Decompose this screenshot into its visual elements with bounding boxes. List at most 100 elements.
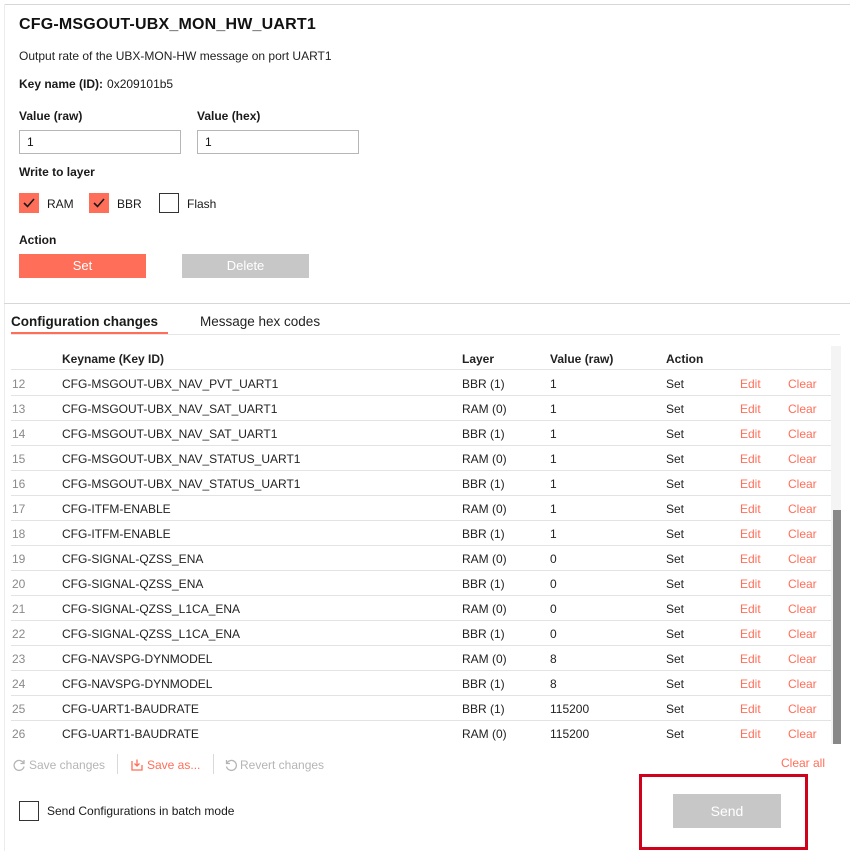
key-name-label: Key name (ID): bbox=[19, 77, 104, 91]
write-to-layer-label: Write to layer bbox=[19, 165, 95, 179]
ram-checkbox[interactable] bbox=[19, 193, 39, 213]
table-row: 22 CFG-SIGNAL-QZSS_L1CA_ENA BBR (1) 0 Set Edi… bbox=[11, 621, 831, 646]
changes-table: Keyname (Key ID) Layer Value (raw) Actio… bbox=[11, 346, 842, 744]
row-layer: BBR (1) bbox=[462, 577, 505, 591]
row-keyname: CFG-NAVSPG-DYNMODEL bbox=[62, 652, 213, 666]
row-layer: BBR (1) bbox=[462, 527, 505, 541]
delete-button[interactable]: Delete bbox=[182, 254, 309, 278]
value-hex-input[interactable] bbox=[197, 130, 359, 154]
row-clear-link[interactable]: Clear bbox=[788, 502, 817, 516]
row-edit-link[interactable]: Edit bbox=[740, 427, 761, 441]
save-as-icon bbox=[131, 759, 143, 771]
row-clear-link[interactable]: Clear bbox=[788, 602, 817, 616]
row-action: Set bbox=[666, 477, 685, 491]
refresh-icon bbox=[13, 759, 25, 772]
row-edit-link[interactable]: Edit bbox=[740, 502, 761, 516]
row-value: 115200 bbox=[550, 702, 590, 716]
top-divider bbox=[4, 4, 850, 5]
save-as-button[interactable]: Save as... bbox=[130, 758, 200, 772]
revert-changes-button[interactable]: Revert changes bbox=[224, 758, 324, 772]
ram-label: RAM bbox=[47, 197, 74, 211]
row-clear-link[interactable]: Clear bbox=[788, 677, 817, 691]
save-as-label: Save as... bbox=[147, 758, 201, 772]
row-index: 26 bbox=[12, 727, 26, 741]
row-keyname: CFG-SIGNAL-QZSS_L1CA_ENA bbox=[62, 602, 241, 616]
table-row: 17 CFG-ITFM-ENABLE RAM (0) 1 Set Edit Clear bbox=[11, 496, 831, 521]
row-action: Set bbox=[666, 552, 685, 566]
row-edit-link[interactable]: Edit bbox=[740, 402, 761, 416]
row-edit-link[interactable]: Edit bbox=[740, 477, 761, 491]
row-value: 0 bbox=[550, 552, 557, 566]
table-row: 13 CFG-MSGOUT-UBX_NAV_SAT_UART1 RAM (0) 1 Se… bbox=[11, 396, 831, 421]
row-edit-link[interactable]: Edit bbox=[740, 602, 761, 616]
clear-all-button[interactable]: Clear all bbox=[781, 756, 825, 770]
row-index: 23 bbox=[12, 652, 26, 666]
row-edit-link[interactable]: Edit bbox=[740, 727, 761, 741]
flash-checkbox[interactable] bbox=[159, 193, 179, 213]
row-edit-link[interactable]: Edit bbox=[740, 452, 761, 466]
value-raw-input[interactable] bbox=[19, 130, 181, 154]
row-edit-link[interactable]: Edit bbox=[740, 527, 761, 541]
row-clear-link[interactable]: Clear bbox=[788, 552, 817, 566]
row-keyname: CFG-ITFM-ENABLE bbox=[62, 527, 171, 541]
toolbar-separator bbox=[117, 754, 118, 774]
bbr-checkbox[interactable] bbox=[89, 193, 109, 213]
row-keyname: CFG-SIGNAL-QZSS_L1CA_ENA bbox=[62, 627, 241, 641]
table-row: 26 CFG-UART1-BAUDRATE RAM (0) 115200 Set Edit… bbox=[11, 721, 831, 744]
row-edit-link[interactable]: Edit bbox=[740, 552, 761, 566]
row-action: Set bbox=[666, 452, 685, 466]
batch-mode-checkbox[interactable] bbox=[19, 801, 39, 821]
row-clear-link[interactable]: Clear bbox=[788, 427, 817, 441]
row-value: 1 bbox=[550, 452, 557, 466]
table-row: 16 CFG-MSGOUT-UBX_NAV_STATUS_UART1 BBR (1)… bbox=[11, 471, 831, 496]
row-clear-link[interactable]: Clear bbox=[788, 727, 817, 741]
row-value: 1 bbox=[550, 377, 557, 391]
table-row: 24 CFG-NAVSPG-DYNMODEL BBR (1) 8 Set Edit Clea… bbox=[11, 671, 831, 696]
row-action: Set bbox=[666, 652, 685, 666]
row-edit-link[interactable]: Edit bbox=[740, 577, 761, 591]
row-action: Set bbox=[666, 627, 685, 641]
row-clear-link[interactable]: Clear bbox=[788, 527, 817, 541]
row-action: Set bbox=[666, 377, 685, 391]
row-edit-link[interactable]: Edit bbox=[740, 627, 761, 641]
row-index: 15 bbox=[12, 452, 26, 466]
section-divider bbox=[4, 303, 850, 304]
row-index: 18 bbox=[12, 527, 26, 541]
row-action: Set bbox=[666, 727, 685, 741]
send-button[interactable]: Send bbox=[673, 794, 781, 828]
row-edit-link[interactable]: Edit bbox=[740, 702, 761, 716]
row-clear-link[interactable]: Clear bbox=[788, 652, 817, 666]
row-value: 115200 bbox=[550, 727, 590, 741]
left-border bbox=[4, 4, 5, 851]
row-action: Set bbox=[666, 527, 685, 541]
flash-label: Flash bbox=[187, 197, 217, 211]
bbr-label: BBR bbox=[117, 197, 142, 211]
tab-message-hex-codes[interactable]: Message hex codes bbox=[200, 314, 320, 329]
set-button[interactable]: Set bbox=[19, 254, 146, 278]
row-clear-link[interactable]: Clear bbox=[788, 702, 817, 716]
table-row: 23 CFG-NAVSPG-DYNMODEL RAM (0) 8 Set Edit Clea… bbox=[11, 646, 831, 671]
revert-changes-label: Revert changes bbox=[240, 758, 325, 772]
row-clear-link[interactable]: Clear bbox=[788, 402, 817, 416]
table-row: 12 CFG-MSGOUT-UBX_NAV_PVT_UART1 BBR (1) 1 Se… bbox=[11, 371, 831, 396]
row-clear-link[interactable]: Clear bbox=[788, 577, 817, 591]
row-layer: RAM (0) bbox=[462, 652, 507, 666]
row-clear-link[interactable]: Clear bbox=[788, 452, 817, 466]
row-index: 13 bbox=[12, 402, 26, 416]
row-clear-link[interactable]: Clear bbox=[788, 377, 817, 391]
page-description: Output rate of the UBX-MON-HW message on… bbox=[19, 49, 332, 63]
row-clear-link[interactable]: Clear bbox=[788, 477, 817, 491]
tab-divider bbox=[11, 334, 840, 335]
row-clear-link[interactable]: Clear bbox=[788, 627, 817, 641]
row-edit-link[interactable]: Edit bbox=[740, 652, 761, 666]
tab-configuration-changes[interactable]: Configuration changes bbox=[11, 314, 158, 329]
table-scrollbar-thumb[interactable] bbox=[833, 510, 841, 744]
row-edit-link[interactable]: Edit bbox=[740, 677, 761, 691]
row-action: Set bbox=[666, 502, 685, 516]
row-edit-link[interactable]: Edit bbox=[740, 377, 761, 391]
save-changes-button[interactable]: Save changes bbox=[12, 758, 105, 772]
row-layer: BBR (1) bbox=[462, 677, 505, 691]
row-index: 16 bbox=[12, 477, 26, 491]
action-label: Action bbox=[19, 233, 57, 247]
column-keyname: Keyname (Key ID) bbox=[62, 352, 165, 366]
